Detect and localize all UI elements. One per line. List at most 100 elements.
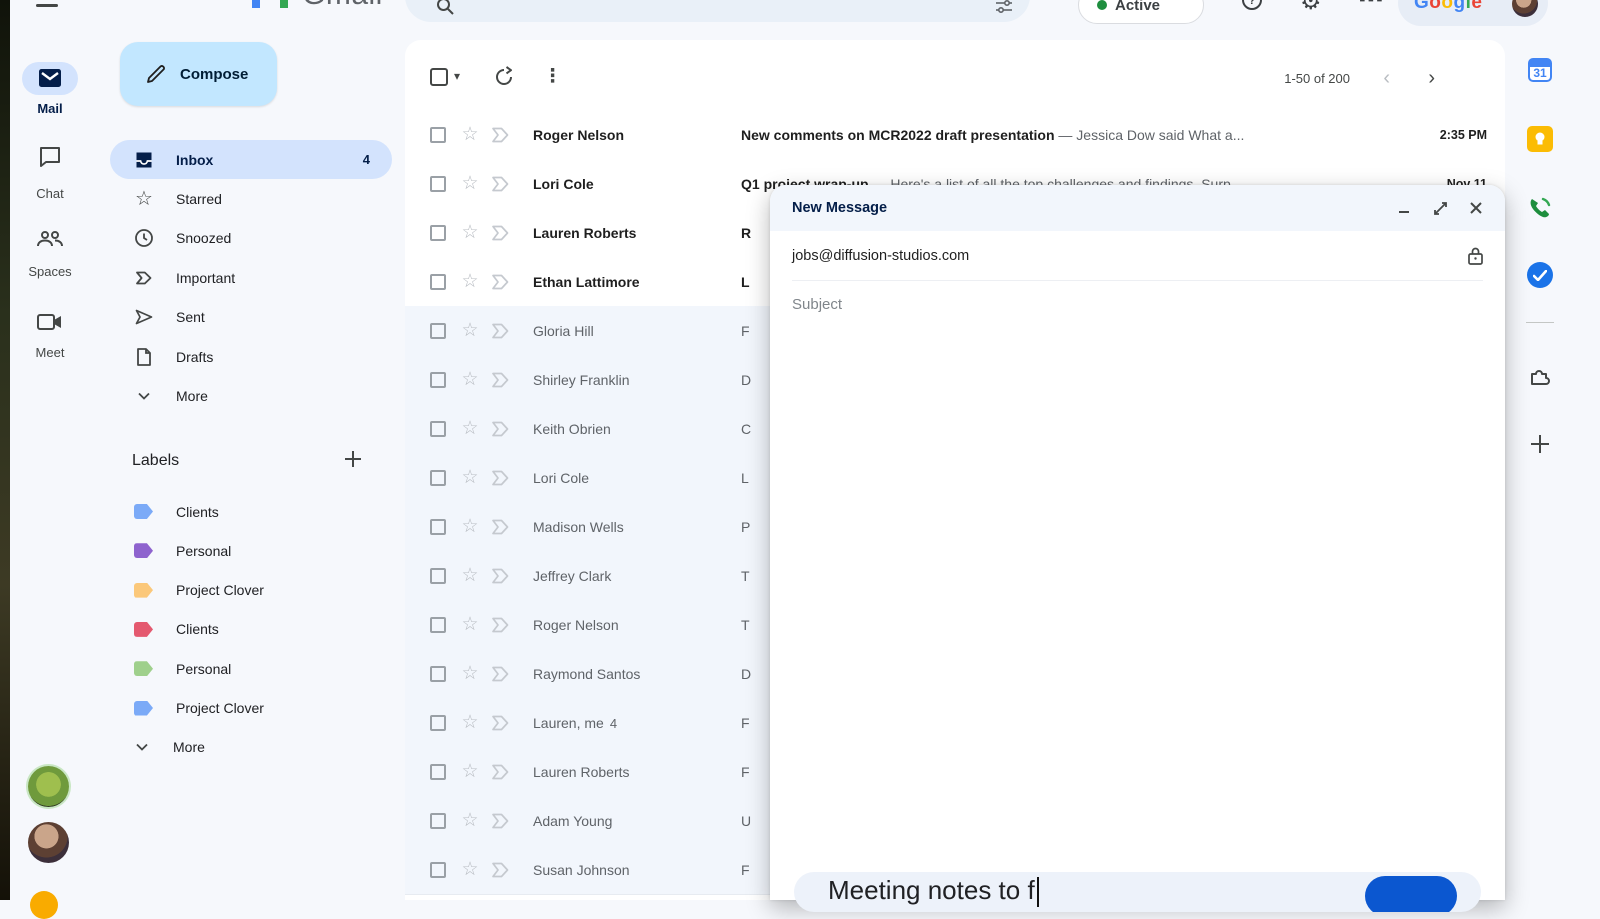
- row-checkbox[interactable]: [430, 127, 446, 143]
- star-icon[interactable]: ☆: [460, 662, 480, 685]
- settings-gear-icon[interactable]: ⚙: [1300, 0, 1322, 16]
- close-icon[interactable]: [1465, 197, 1487, 219]
- row-checkbox[interactable]: [430, 666, 446, 682]
- green-character-avatar[interactable]: [28, 766, 69, 807]
- important-marker-icon[interactable]: [491, 861, 511, 879]
- star-icon[interactable]: ☆: [460, 221, 480, 244]
- chat-icon[interactable]: [38, 146, 62, 168]
- row-checkbox[interactable]: [430, 617, 446, 633]
- message-body[interactable]: [770, 329, 1505, 872]
- important-marker-icon[interactable]: [491, 714, 511, 732]
- star-icon[interactable]: ☆: [460, 858, 480, 881]
- subject-field[interactable]: Subject: [792, 280, 1483, 330]
- important-marker-icon[interactable]: [491, 322, 511, 340]
- rail-label-meet[interactable]: Meet: [10, 345, 90, 360]
- person-avatar[interactable]: [28, 822, 69, 863]
- tune-icon[interactable]: [996, 0, 1012, 14]
- star-icon[interactable]: ☆: [460, 368, 480, 391]
- row-checkbox[interactable]: [430, 813, 446, 829]
- sidebar-item-drafts[interactable]: Drafts: [110, 337, 392, 376]
- important-marker-icon[interactable]: [491, 273, 511, 291]
- row-checkbox[interactable]: [430, 176, 446, 192]
- refresh-icon[interactable]: [493, 66, 515, 88]
- sidebar-item-inbox[interactable]: Inbox4: [110, 140, 392, 179]
- star-icon[interactable]: ☆: [460, 760, 480, 783]
- row-checkbox[interactable]: [430, 372, 446, 388]
- search-bar[interactable]: Search mail and chat: [405, 0, 1030, 22]
- select-dropdown-caret[interactable]: ▾: [454, 69, 460, 83]
- star-icon[interactable]: ☆: [460, 172, 480, 195]
- meet-icon[interactable]: [37, 312, 63, 332]
- sidebar-item-sent[interactable]: Sent: [110, 298, 392, 337]
- label-item-personal[interactable]: Personal: [110, 531, 392, 570]
- draft-input-bar[interactable]: Meeting notes to f: [794, 872, 1481, 912]
- important-marker-icon[interactable]: [491, 763, 511, 781]
- help-icon[interactable]: ?: [1240, 0, 1264, 12]
- star-icon[interactable]: ☆: [460, 123, 480, 146]
- sidebar-item-snoozed[interactable]: Snoozed: [110, 219, 392, 258]
- list-more-icon[interactable]: ⋮: [543, 65, 562, 88]
- star-icon[interactable]: ☆: [460, 809, 480, 832]
- important-marker-icon[interactable]: [491, 224, 511, 242]
- rail-label-spaces[interactable]: Spaces: [10, 264, 90, 279]
- newer-page-chevron[interactable]: ‹: [1383, 68, 1390, 88]
- star-icon[interactable]: ☆: [460, 515, 480, 538]
- compose-header[interactable]: New Message: [770, 185, 1505, 231]
- star-icon[interactable]: ☆: [460, 711, 480, 734]
- row-checkbox[interactable]: [430, 519, 446, 535]
- recipients-field[interactable]: jobs@diffusion-studios.com: [792, 231, 1483, 281]
- rail-label-mail[interactable]: Mail: [10, 101, 90, 116]
- important-marker-icon[interactable]: [491, 567, 511, 585]
- important-marker-icon[interactable]: [491, 616, 511, 634]
- row-checkbox[interactable]: [430, 274, 446, 290]
- open-in-full-icon[interactable]: [1429, 197, 1451, 219]
- row-checkbox[interactable]: [430, 323, 446, 339]
- minimize-icon[interactable]: [1393, 197, 1415, 219]
- recipient-address[interactable]: jobs@diffusion-studios.com: [792, 248, 969, 264]
- keep-icon[interactable]: [1526, 125, 1554, 153]
- calendar-icon[interactable]: 31: [1526, 56, 1554, 84]
- yellow-avatar-partial[interactable]: [30, 891, 58, 919]
- account-area[interactable]: Google: [1398, 0, 1548, 26]
- select-all-checkbox[interactable]: [430, 68, 448, 86]
- star-icon[interactable]: ☆: [460, 564, 480, 587]
- profile-avatar[interactable]: [1512, 0, 1538, 17]
- label-item-clients[interactable]: Clients: [110, 610, 392, 649]
- row-checkbox[interactable]: [430, 421, 446, 437]
- add-label-button[interactable]: [342, 448, 364, 470]
- older-page-chevron[interactable]: ›: [1428, 68, 1435, 88]
- plus-icon[interactable]: [1526, 430, 1554, 458]
- important-marker-icon[interactable]: [491, 469, 511, 487]
- important-marker-icon[interactable]: [491, 420, 511, 438]
- email-row[interactable]: ☆Roger NelsonNew comments on MCR2022 dra…: [405, 110, 1505, 160]
- star-icon[interactable]: ☆: [460, 319, 480, 342]
- send-button[interactable]: [1365, 876, 1457, 912]
- get-addons-icon[interactable]: [1526, 362, 1554, 390]
- row-checkbox[interactable]: [430, 715, 446, 731]
- voice-icon[interactable]: [1526, 195, 1554, 223]
- sidebar-item-important[interactable]: Important: [110, 258, 392, 297]
- row-checkbox[interactable]: [430, 862, 446, 878]
- row-checkbox[interactable]: [430, 568, 446, 584]
- row-checkbox[interactable]: [430, 225, 446, 241]
- label-item-project-clover[interactable]: Project Clover: [110, 689, 392, 728]
- star-icon[interactable]: ☆: [460, 466, 480, 489]
- sidebar-item-more[interactable]: More: [110, 376, 392, 415]
- row-checkbox[interactable]: [430, 764, 446, 780]
- important-marker-icon[interactable]: [491, 665, 511, 683]
- important-marker-icon[interactable]: [491, 518, 511, 536]
- row-checkbox[interactable]: [430, 470, 446, 486]
- important-marker-icon[interactable]: [491, 126, 511, 144]
- sidebar-item-starred[interactable]: ☆Starred: [110, 179, 392, 218]
- label-item-personal[interactable]: Personal: [110, 649, 392, 688]
- tasks-icon[interactable]: [1526, 261, 1554, 289]
- label-item-clients[interactable]: Clients: [110, 492, 392, 531]
- star-icon[interactable]: ☆: [460, 613, 480, 636]
- more-horizontal-icon[interactable]: ⋯: [1358, 0, 1385, 15]
- rail-label-chat[interactable]: Chat: [10, 186, 90, 201]
- important-marker-icon[interactable]: [491, 812, 511, 830]
- mail-icon[interactable]: [39, 69, 61, 87]
- important-marker-icon[interactable]: [491, 371, 511, 389]
- star-icon[interactable]: ☆: [460, 417, 480, 440]
- spaces-icon[interactable]: [36, 228, 64, 250]
